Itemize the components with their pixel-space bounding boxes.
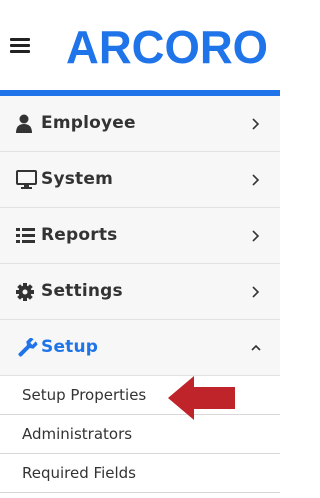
sidebar-item-label: System bbox=[41, 169, 114, 189]
submenu-item-label: Setup Properties bbox=[22, 386, 147, 404]
chevron-up-icon bbox=[251, 344, 261, 351]
submenu-item-label: Administrators bbox=[22, 425, 133, 443]
chevron-right-icon bbox=[252, 118, 260, 130]
sidebar-item-label: Reports bbox=[41, 225, 118, 245]
submenu-item-administrators[interactable]: Administrators bbox=[0, 415, 280, 454]
sidebar-item-system[interactable]: System bbox=[0, 152, 280, 208]
sidebar-menu: Employee System Reports Settings Setup S… bbox=[0, 96, 280, 493]
sidebar-item-reports[interactable]: Reports bbox=[0, 208, 280, 264]
sidebar-item-label: Settings bbox=[41, 281, 123, 301]
sidebar-item-label: Employee bbox=[41, 113, 136, 133]
arcoro-logo[interactable]: ARCORO bbox=[66, 20, 270, 72]
sidebar-item-label: Setup bbox=[41, 337, 99, 357]
submenu-item-required-fields[interactable]: Required Fields bbox=[0, 454, 280, 493]
chevron-right-icon bbox=[252, 230, 260, 242]
wrench-icon bbox=[18, 338, 38, 357]
sidebar-item-settings[interactable]: Settings bbox=[0, 264, 280, 320]
hamburger-menu-icon[interactable] bbox=[10, 38, 30, 53]
monitor-icon bbox=[16, 170, 37, 189]
gear-icon bbox=[16, 283, 34, 301]
sidebar-item-employee[interactable]: Employee bbox=[0, 96, 280, 152]
list-icon bbox=[16, 228, 35, 243]
user-icon bbox=[16, 114, 32, 133]
red-arrow-annotation bbox=[168, 376, 235, 420]
chevron-right-icon bbox=[252, 174, 260, 186]
submenu-item-label: Required Fields bbox=[22, 464, 136, 482]
logo-text: ARCORO bbox=[66, 21, 268, 72]
submenu-item-setup-properties[interactable]: Setup Properties bbox=[0, 376, 280, 415]
app-header: ARCORO bbox=[0, 0, 280, 90]
sidebar-item-setup[interactable]: Setup bbox=[0, 320, 280, 376]
chevron-right-icon bbox=[252, 286, 260, 298]
